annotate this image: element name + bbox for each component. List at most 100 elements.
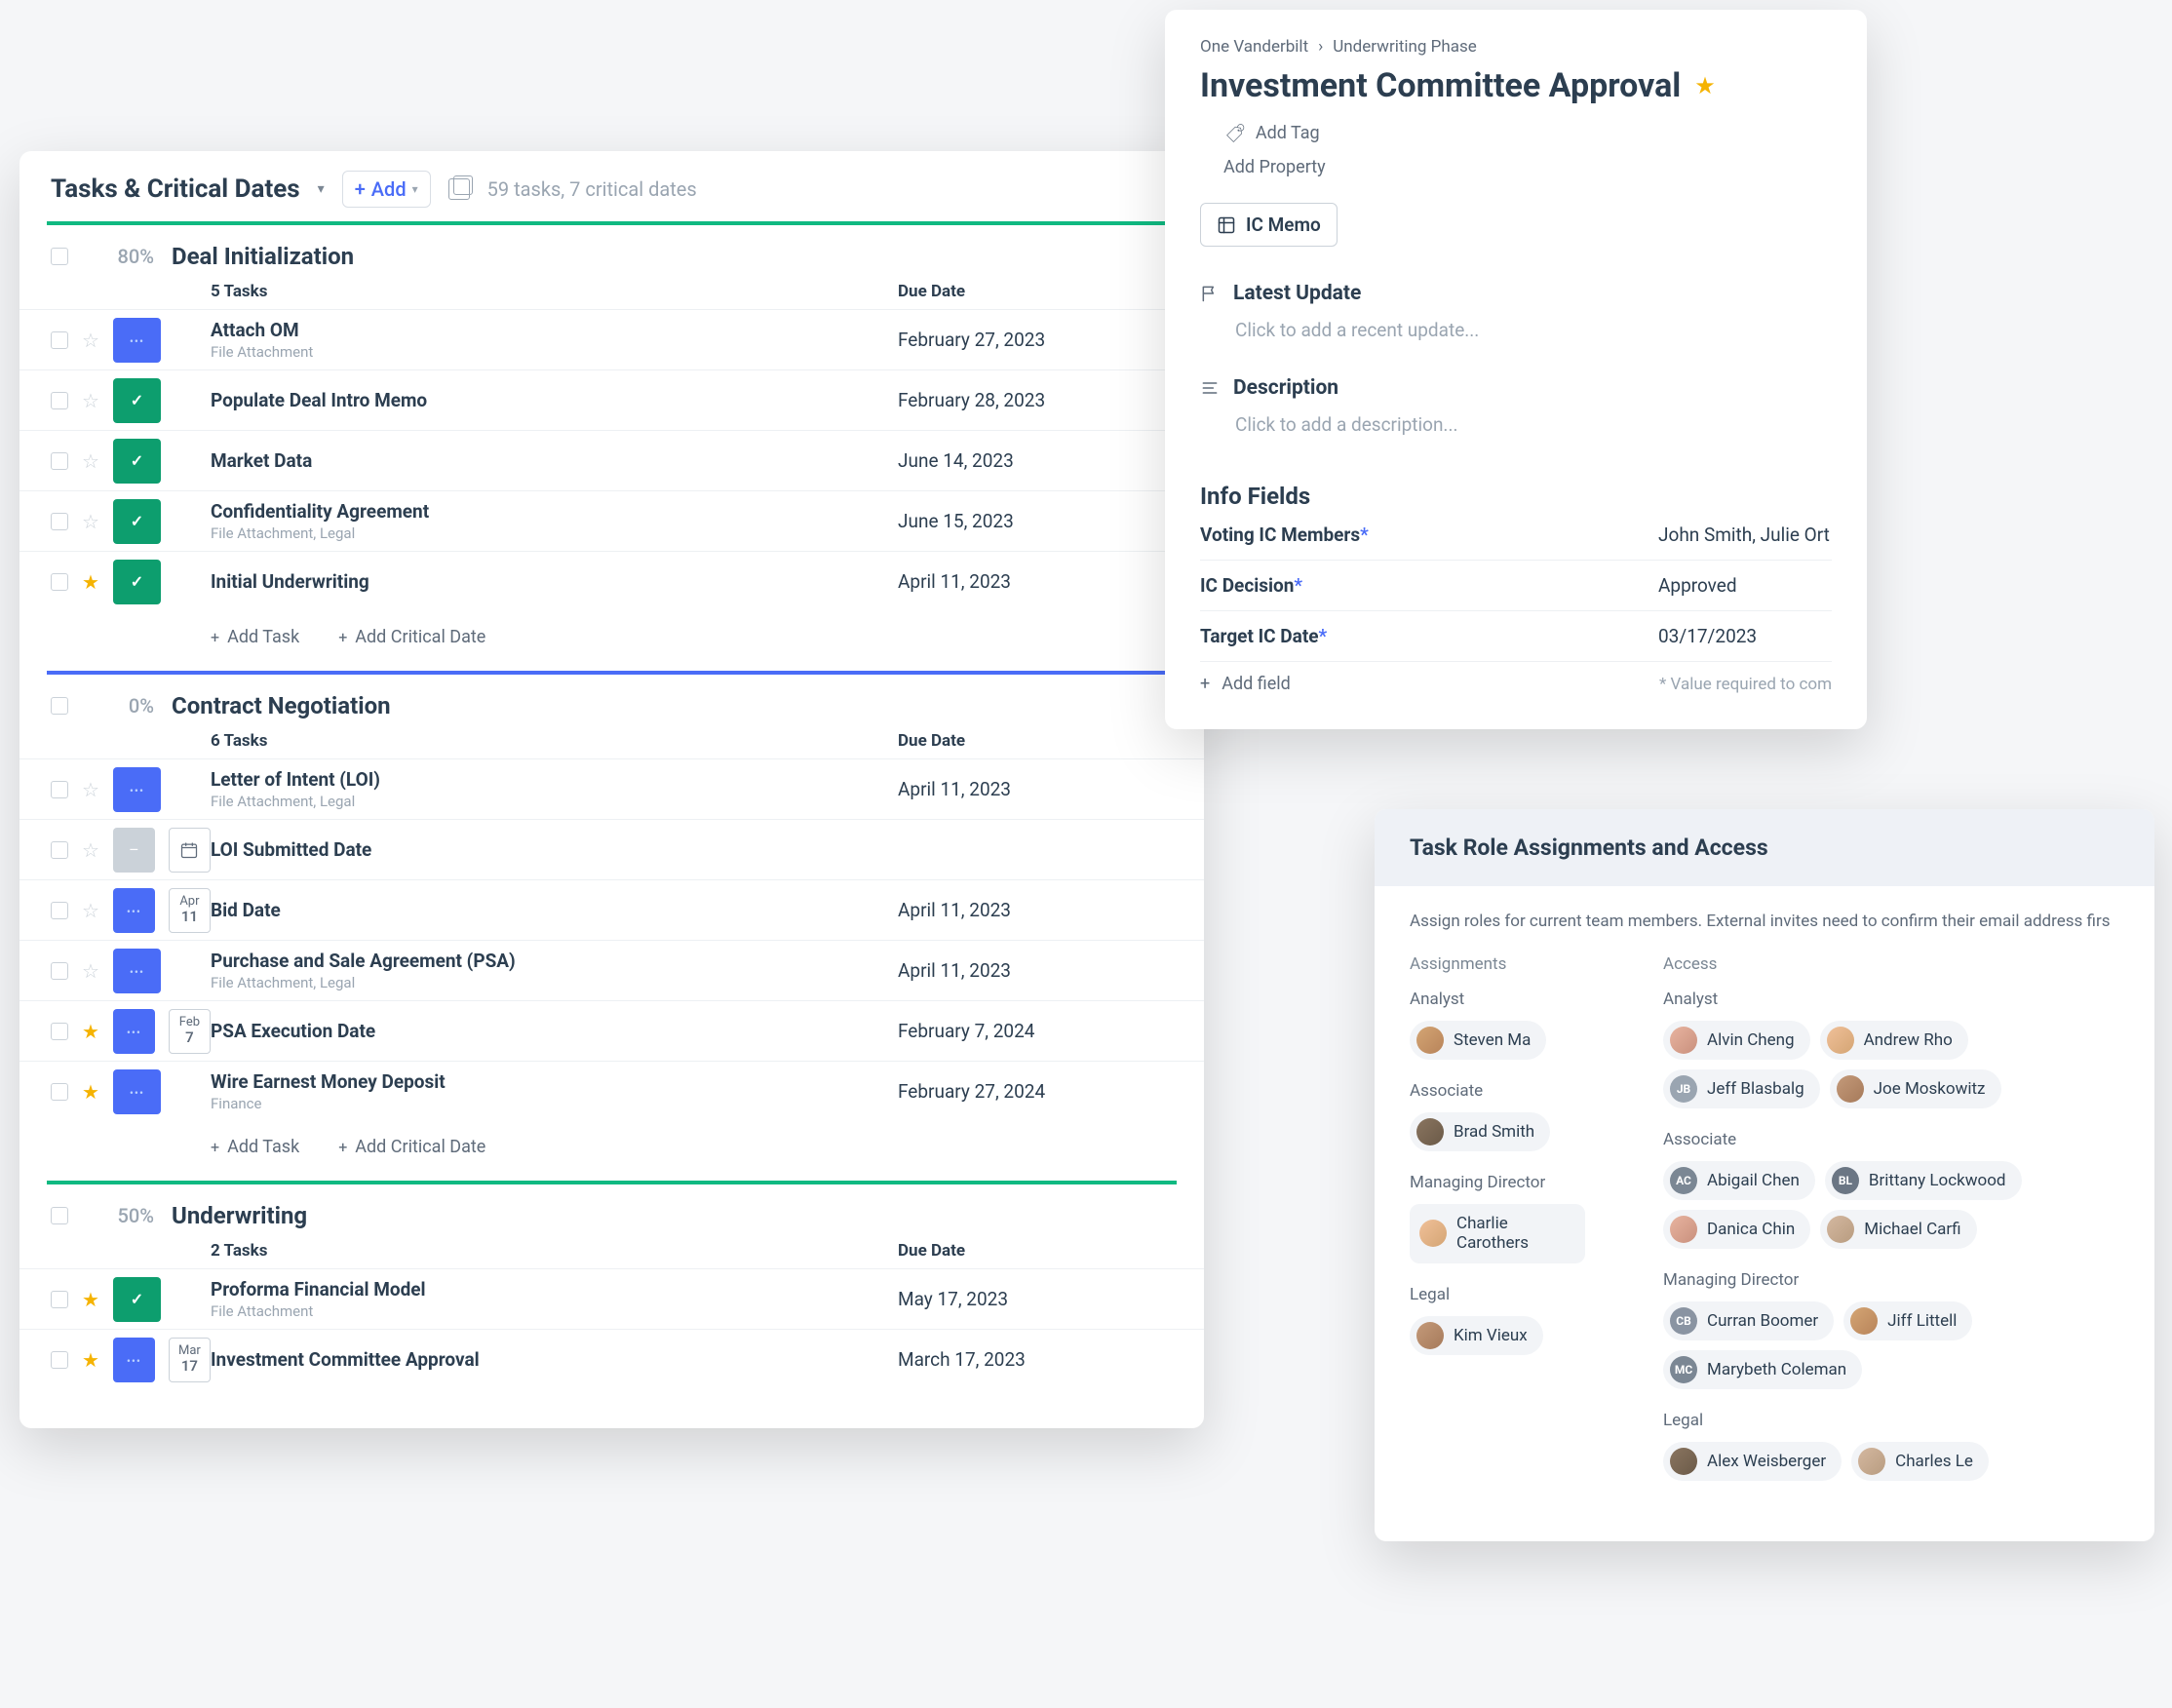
star-icon[interactable]: ★ [82,570,99,594]
task-checkbox[interactable] [51,1291,68,1308]
star-icon[interactable]: ☆ [82,329,99,352]
task-row[interactable]: ☆ Confidentiality Agreement File Attachm… [19,490,1204,551]
add-field-button[interactable]: Add field [1222,674,1291,694]
breadcrumb-item[interactable]: One Vanderbilt [1200,37,1308,57]
person-chip[interactable]: AC Abigail Chen [1663,1161,1815,1200]
task-count: 5 Tasks [211,282,898,301]
person-chip[interactable]: Brad Smith [1410,1112,1550,1151]
task-row[interactable]: ☆ Populate Deal Intro Memo February 28, … [19,369,1204,430]
task-checkbox[interactable] [51,452,68,470]
task-row[interactable]: ☆ Letter of Intent (LOI) File Attachment… [19,758,1204,819]
section-checkbox[interactable] [51,248,68,265]
task-row[interactable]: ☆ Market Data June 14, 2023 [19,430,1204,490]
add-task-button[interactable]: +Add Task [211,627,299,647]
task-row[interactable]: ★ Initial Underwriting April 11, 2023 [19,551,1204,611]
person-chip[interactable]: Andrew Rho [1820,1021,1968,1060]
task-row[interactable]: ★ Mar17 Investment Committee Approval Ma… [19,1329,1204,1389]
breadcrumb-item[interactable]: Underwriting Phase [1333,37,1477,57]
task-row[interactable]: ☆ – LOI Submitted Date [19,819,1204,879]
copy-icon[interactable] [448,178,470,200]
add-property-button[interactable]: Add Property [1223,157,1832,177]
person-chip[interactable]: JB Jeff Blasbalg [1663,1069,1820,1108]
status-pending-icon[interactable] [113,949,161,993]
status-done-icon[interactable] [113,439,161,484]
task-checkbox[interactable] [51,902,68,919]
task-checkbox[interactable] [51,513,68,530]
status-pending-icon[interactable] [113,1069,161,1114]
star-icon[interactable]: ☆ [82,389,99,412]
task-checkbox[interactable] [51,962,68,980]
person-chip[interactable]: BL Brittany Lockwood [1825,1161,2022,1200]
task-row[interactable]: ☆ Purchase and Sale Agreement (PSA) File… [19,940,1204,1000]
task-checkbox[interactable] [51,573,68,591]
star-icon[interactable]: ☆ [82,899,99,922]
task-row[interactable]: ☆ Apr11 Bid Date April 11, 2023 [19,879,1204,940]
status-pending-icon[interactable] [113,1009,155,1054]
person-chip[interactable]: Joe Moskowitz [1830,1069,2001,1108]
status-pending-icon[interactable] [113,767,161,812]
section-title[interactable]: Contract Negotiation [172,692,391,719]
person-chip[interactable]: Steven Ma [1410,1021,1546,1060]
status-empty-icon[interactable]: – [113,828,155,873]
avatar [1416,1322,1444,1349]
star-icon[interactable]: ★ [82,1080,99,1104]
add-task-button[interactable]: +Add Task [211,1137,299,1157]
person-chip[interactable]: MC Marybeth Coleman [1663,1350,1862,1389]
star-icon[interactable]: ☆ [82,510,99,533]
status-done-icon[interactable] [113,1277,161,1322]
add-critical-date-button[interactable]: +Add Critical Date [338,1137,485,1157]
task-row[interactable]: ★ Wire Earnest Money Deposit Finance Feb… [19,1061,1204,1121]
section-title[interactable]: Underwriting [172,1202,307,1229]
latest-update-label: Latest Update [1233,282,1361,305]
chevron-down-icon[interactable]: ▾ [318,181,325,197]
star-icon[interactable]: ☆ [82,778,99,801]
task-checkbox[interactable] [51,1023,68,1040]
status-pending-icon[interactable] [113,888,155,933]
task-checkbox[interactable] [51,781,68,798]
person-chip[interactable]: Jiff Littell [1843,1301,1972,1340]
info-field-row[interactable]: Target IC Date* 03/17/2023 [1200,610,1832,661]
star-icon[interactable]: ☆ [82,838,99,862]
status-done-icon[interactable] [113,499,161,544]
task-row[interactable]: ★ Feb7 PSA Execution Date February 7, 20… [19,1000,1204,1061]
status-pending-icon[interactable] [113,1338,155,1382]
star-icon[interactable]: ★ [1694,72,1716,99]
info-field-row[interactable]: Voting IC Members* John Smith, Julie Ort [1200,510,1832,560]
task-checkbox[interactable] [51,1083,68,1101]
avatar [1850,1307,1878,1335]
person-chip[interactable]: Alvin Cheng [1663,1021,1810,1060]
star-icon[interactable]: ★ [82,1348,99,1372]
person-chip[interactable]: Alex Weisberger [1663,1442,1842,1481]
star-icon[interactable]: ☆ [82,449,99,473]
task-row[interactable]: ☆ Attach OM File Attachment February 27,… [19,309,1204,369]
description-input[interactable]: Click to add a description... [1235,413,1832,436]
person-chip[interactable]: Danica Chin [1663,1210,1810,1249]
task-checkbox[interactable] [51,331,68,349]
add-button[interactable]: + Add ▾ [342,171,431,208]
add-critical-date-button[interactable]: +Add Critical Date [338,627,485,647]
ic-memo-button[interactable]: IC Memo [1200,203,1338,247]
star-icon[interactable]: ☆ [82,959,99,983]
info-field-value: Approved [1658,574,1737,597]
person-chip[interactable]: Charles Le [1851,1442,1989,1481]
section-checkbox[interactable] [51,697,68,715]
task-checkbox[interactable] [51,1351,68,1369]
person-chip[interactable]: Kim Vieux [1410,1316,1543,1355]
person-chip[interactable]: Charlie Carothers [1410,1204,1585,1263]
star-icon[interactable]: ★ [82,1020,99,1043]
calendar-icon[interactable] [169,828,211,873]
latest-update-input[interactable]: Click to add a recent update... [1235,319,1832,341]
info-field-row[interactable]: IC Decision* Approved [1200,560,1832,610]
status-done-icon[interactable] [113,378,161,423]
person-chip[interactable]: Michael Carfi [1820,1210,1976,1249]
star-icon[interactable]: ★ [82,1288,99,1311]
status-pending-icon[interactable] [113,318,161,363]
task-row[interactable]: ★ Proforma Financial Model File Attachme… [19,1268,1204,1329]
task-checkbox[interactable] [51,841,68,859]
section-title[interactable]: Deal Initialization [172,243,354,270]
status-done-icon[interactable] [113,560,161,604]
section-checkbox[interactable] [51,1207,68,1224]
person-chip[interactable]: CB Curran Boomer [1663,1301,1834,1340]
task-checkbox[interactable] [51,392,68,409]
add-tag-button[interactable]: 🏷 Add Tag [1223,123,1832,143]
